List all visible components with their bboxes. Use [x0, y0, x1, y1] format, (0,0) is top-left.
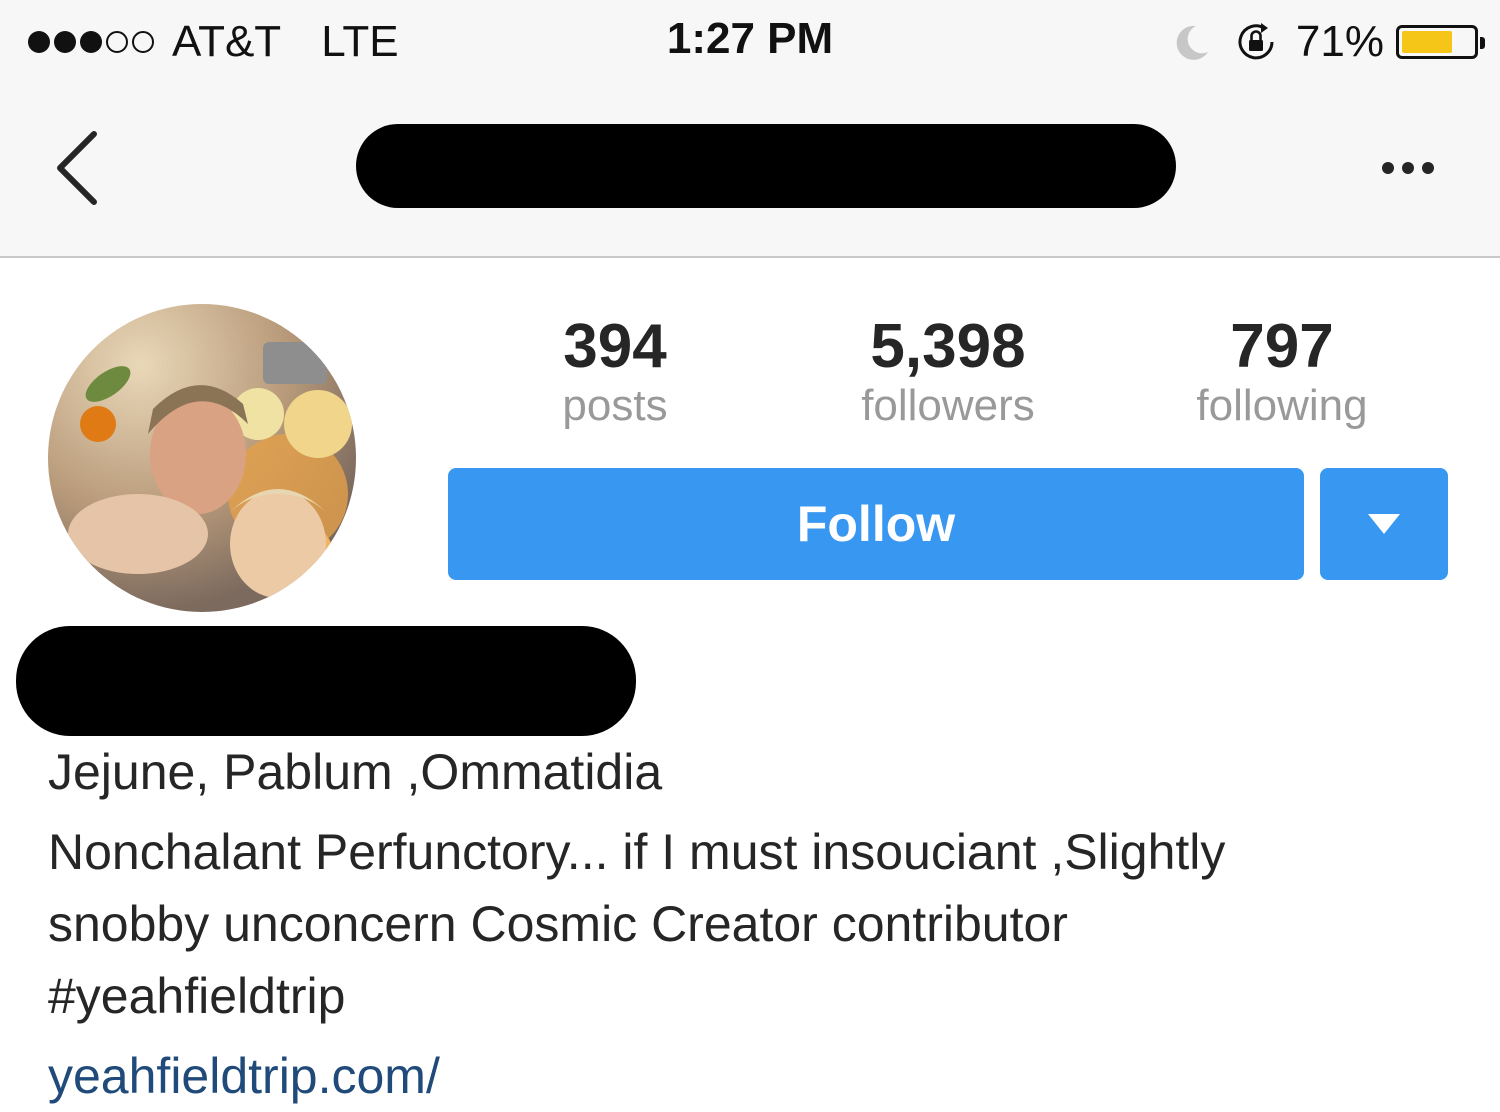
more-horizontal-icon[interactable]: [1382, 162, 1434, 174]
battery-percent: 71%: [1295, 17, 1384, 66]
status-bar: AT&T LTE 1:27 PM 71%: [0, 0, 1500, 84]
bio-line: Jejune, Pablum ,Ommatidia: [48, 744, 663, 800]
website-link[interactable]: yeahfieldtrip.com/: [48, 1040, 440, 1112]
moon-icon: [1176, 25, 1208, 60]
caret-down-icon: [1368, 514, 1400, 534]
avatar[interactable]: [48, 304, 356, 612]
stat-count: 394: [563, 312, 667, 381]
battery-nub: [1480, 37, 1485, 49]
suggestions-dropdown-button[interactable]: [1320, 468, 1448, 580]
redacted-username: [356, 124, 1176, 208]
avatar-image: [48, 304, 356, 612]
battery-icon: [1396, 25, 1485, 59]
bio-hashtag[interactable]: #yeahfieldtrip: [48, 960, 1468, 1032]
stat-label: posts: [562, 381, 668, 430]
follow-button[interactable]: Follow: [448, 468, 1304, 580]
bio-line: snobby unconcern Cosmic Creator contribu…: [48, 896, 1068, 952]
stat-posts[interactable]: 394 posts: [515, 312, 715, 430]
stat-label: followers: [861, 381, 1035, 430]
redacted-full-name: [16, 626, 636, 736]
battery-fill: [1402, 31, 1452, 53]
status-bar-right: 71%: [1172, 14, 1485, 70]
rotation-lock-icon: [1238, 23, 1274, 60]
stat-count: 5,398: [870, 312, 1026, 381]
stat-count: 797: [1230, 312, 1334, 381]
chevron-left-icon[interactable]: [48, 128, 108, 208]
stat-label: following: [1196, 381, 1368, 430]
bio-line: Nonchalant Perfunctory... if I must inso…: [48, 824, 1226, 880]
stat-followers[interactable]: 5,398 followers: [820, 312, 1076, 430]
stat-following[interactable]: 797 following: [1160, 312, 1404, 430]
navigation-bar: [0, 84, 1500, 258]
